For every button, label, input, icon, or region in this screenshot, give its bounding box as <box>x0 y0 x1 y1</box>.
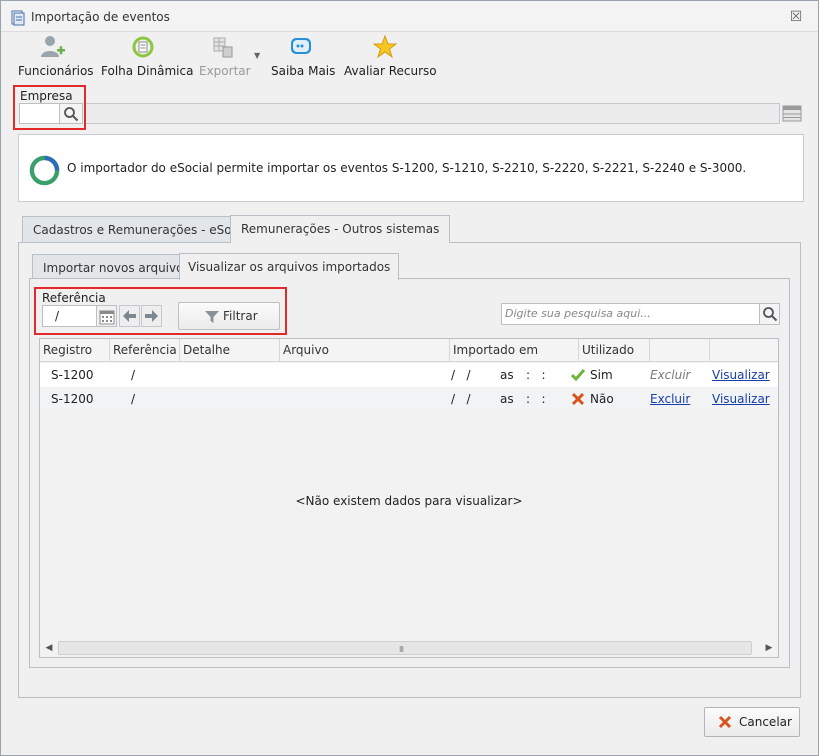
avaliar-recurso-button[interactable]: Avaliar Recurso <box>344 35 437 79</box>
chat-bubble-icon <box>291 38 311 54</box>
arrow-left-icon <box>123 310 136 322</box>
table-row[interactable]: S-1200 / / / as : : Sim Excluir Visualiz… <box>40 363 778 387</box>
empty-grid-message: <Não existem dados para visualizar> <box>295 494 523 508</box>
cancelar-button[interactable]: Cancelar <box>704 707 800 737</box>
cell-importado-as: as <box>500 392 514 406</box>
previous-period-button[interactable] <box>119 305 140 327</box>
cell-importado-as: as <box>500 368 514 382</box>
calendar-icon <box>99 310 115 325</box>
toolbar: Funcionários Folha Dinâmica Exportar ▼ S… <box>1 32 818 82</box>
refresh-sheet-icon <box>132 36 154 58</box>
column-header-detalhe[interactable]: Detalhe <box>180 339 280 362</box>
folha-dinamica-label: Folha Dinâmica <box>101 64 194 78</box>
saiba-mais-label: Saiba Mais <box>271 64 336 78</box>
calendar-button[interactable] <box>97 305 117 327</box>
referencia-input[interactable]: / <box>42 305 97 327</box>
column-header-referencia[interactable]: Referência <box>110 339 180 362</box>
tab-cadastros-remuneracoes[interactable]: Cadastros e Remunerações - eSocial <box>22 216 264 242</box>
exportar-label: Exportar <box>199 64 251 78</box>
avaliar-recurso-label: Avaliar Recurso <box>344 64 437 78</box>
export-grid-icon <box>213 37 233 58</box>
info-text: O importador do eSocial permite importar… <box>67 161 747 175</box>
filtrar-label: Filtrar <box>223 309 258 323</box>
cell-utilizado: Não <box>590 392 614 406</box>
window-title: Importação de eventos <box>31 10 170 24</box>
cell-importado-hora: : : <box>526 392 546 406</box>
cell-referencia: / <box>131 368 136 382</box>
esocial-logo-icon <box>29 155 60 186</box>
app-document-icon <box>11 10 25 26</box>
exportar-dropdown-icon[interactable]: ▼ <box>254 51 260 60</box>
funcionarios-label: Funcionários <box>18 64 94 78</box>
cell-utilizado: Sim <box>590 368 613 382</box>
cancelar-label: Cancelar <box>739 715 792 729</box>
excluir-link-disabled: Excluir <box>650 368 691 382</box>
folha-dinamica-button[interactable]: Folha Dinâmica <box>101 35 194 79</box>
cell-registro: S-1200 <box>51 368 94 382</box>
column-header-utilizado[interactable]: Utilizado <box>579 339 650 362</box>
title-bar: Importação de eventos ☒ <box>1 1 818 32</box>
import-events-window: Importação de eventos ☒ Funcionários Fol… <box>0 0 819 756</box>
visualizar-link[interactable]: Visualizar <box>712 363 770 387</box>
cell-registro: S-1200 <box>51 392 94 406</box>
table-row[interactable]: S-1200 / / / as : : Não Excluir Visualiz… <box>40 387 778 411</box>
column-header-registro[interactable]: Registro <box>40 339 110 362</box>
cell-importado-data: / / <box>451 392 471 406</box>
horizontal-scrollbar[interactable]: ◀ III ▶ <box>42 640 776 656</box>
saiba-mais-button[interactable]: Saiba Mais <box>271 35 336 79</box>
imported-files-grid: Registro Referência Detalhe Arquivo Impo… <box>39 338 779 658</box>
cell-importado-hora: : : <box>526 368 546 382</box>
empresa-code-input[interactable] <box>19 103 60 124</box>
column-header-arquivo[interactable]: Arquivo <box>280 339 450 362</box>
empresa-label: Empresa <box>20 89 73 103</box>
search-input[interactable]: Digite sua pesquisa aqui... <box>501 303 760 325</box>
empresa-search-button[interactable] <box>60 103 83 124</box>
grid-selector-icon[interactable] <box>782 104 802 123</box>
column-header-importado-em[interactable]: Importado em <box>450 339 579 362</box>
tab-remuneracoes-outros-sistemas[interactable]: Remunerações - Outros sistemas <box>230 215 451 243</box>
scroll-left-icon[interactable]: ◀ <box>44 643 54 653</box>
column-header-visualizar <box>710 339 778 362</box>
referencia-label: Referência <box>42 291 106 305</box>
star-icon <box>373 35 397 59</box>
tab-visualizar-arquivos-importados[interactable]: Visualizar os arquivos importados <box>179 253 400 280</box>
exportar-button[interactable]: Exportar <box>199 35 251 79</box>
cell-referencia: / <box>131 392 136 406</box>
visualizar-link[interactable]: Visualizar <box>712 387 770 411</box>
close-icon[interactable]: ☒ <box>788 9 804 25</box>
info-panel: O importador do eSocial permite importar… <box>18 134 804 202</box>
scrollbar-thumb[interactable]: III <box>58 641 752 655</box>
funcionarios-button[interactable]: Funcionários <box>18 35 94 79</box>
column-header-excluir <box>650 339 710 362</box>
grid-header: Registro Referência Detalhe Arquivo Impo… <box>40 339 778 362</box>
user-add-icon <box>41 36 65 57</box>
filtrar-button[interactable]: Filtrar <box>178 302 280 330</box>
search-icon <box>763 307 778 322</box>
cell-importado-data: / / <box>451 368 471 382</box>
next-period-button[interactable] <box>141 305 162 327</box>
excluir-link[interactable]: Excluir <box>650 387 690 411</box>
cancel-x-icon <box>718 715 732 729</box>
search-icon <box>64 107 79 122</box>
funnel-icon <box>205 311 219 323</box>
x-icon <box>571 392 585 406</box>
tab-importar-novos-arquivos[interactable]: Importar novos arquivos <box>32 254 201 279</box>
scroll-right-icon[interactable]: ▶ <box>764 643 774 653</box>
check-icon <box>571 369 585 382</box>
arrow-right-icon <box>145 310 158 322</box>
grid-search-button[interactable] <box>759 303 780 325</box>
empresa-description-field <box>84 103 780 124</box>
